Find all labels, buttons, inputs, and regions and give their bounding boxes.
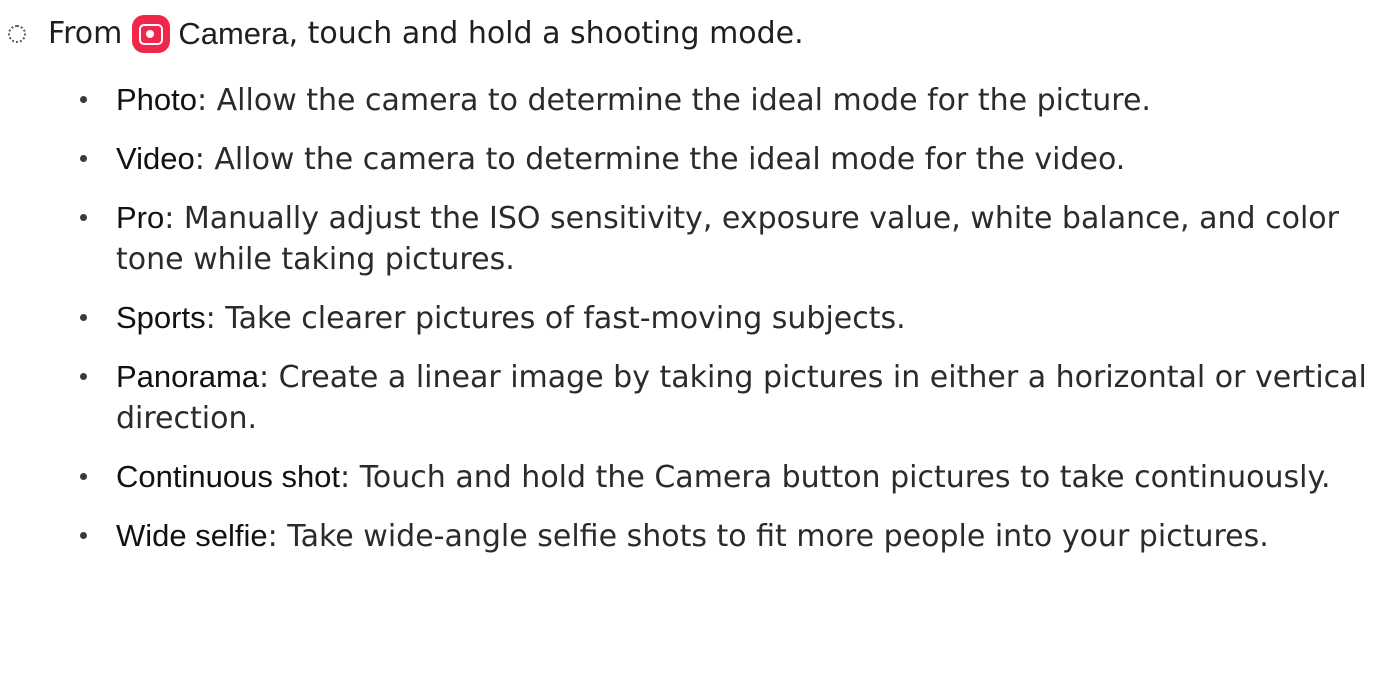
list-item: Continuous shot: Touch and hold the Came…	[76, 456, 1372, 498]
bullet-icon	[80, 532, 87, 539]
step-prefix: From	[48, 16, 123, 51]
bullet-icon	[80, 155, 87, 162]
mode-name: Panorama	[116, 359, 260, 394]
mode-name: Wide selfie	[116, 518, 268, 553]
mode-name: Continuous shot	[116, 459, 341, 494]
app-name-camera: Camera	[178, 16, 289, 51]
mode-name: Sports	[116, 300, 206, 335]
mode-description: : Create a linear image by taking pictur…	[116, 360, 1367, 436]
camera-app-icon	[132, 15, 171, 53]
step-marker-icon	[8, 25, 26, 43]
list-item: Sports: Take clearer pictures of fast-mo…	[76, 297, 1372, 339]
mode-description: : Allow the camera to determine the idea…	[194, 142, 1126, 177]
list-item: Photo: Allow the camera to determine the…	[76, 79, 1372, 121]
list-item: Panorama: Create a linear image by takin…	[76, 356, 1372, 439]
mode-name: Pro	[116, 200, 165, 235]
mode-description: : Take wide-angle selfie shots to fit mo…	[267, 519, 1269, 554]
mode-description: : Manually adjust the ISO sensitivity, e…	[116, 201, 1339, 277]
mode-name: Photo	[116, 82, 198, 117]
mode-description: : Allow the camera to determine the idea…	[197, 83, 1151, 118]
list-item: Pro: Manually adjust the ISO sensitivity…	[76, 197, 1372, 280]
list-item: Wide selfie: Take wide-angle selfie shot…	[76, 515, 1372, 557]
shooting-mode-list: Photo: Allow the camera to determine the…	[76, 79, 1372, 574]
mode-name: Video	[116, 141, 195, 176]
bullet-icon	[80, 473, 87, 480]
instruction-step: From Camera , touch and hold a shooting …	[8, 14, 804, 54]
bullet-icon	[80, 373, 87, 380]
bullet-icon	[80, 214, 87, 221]
mode-description: : Touch and hold the Camera button pictu…	[340, 460, 1331, 495]
bullet-icon	[80, 314, 87, 321]
mode-description: : Take clearer pictures of fast-moving s…	[205, 301, 906, 336]
step-suffix: , touch and hold a shooting mode.	[288, 16, 804, 51]
bullet-icon	[80, 96, 87, 103]
list-item: Video: Allow the camera to determine the…	[76, 138, 1372, 180]
